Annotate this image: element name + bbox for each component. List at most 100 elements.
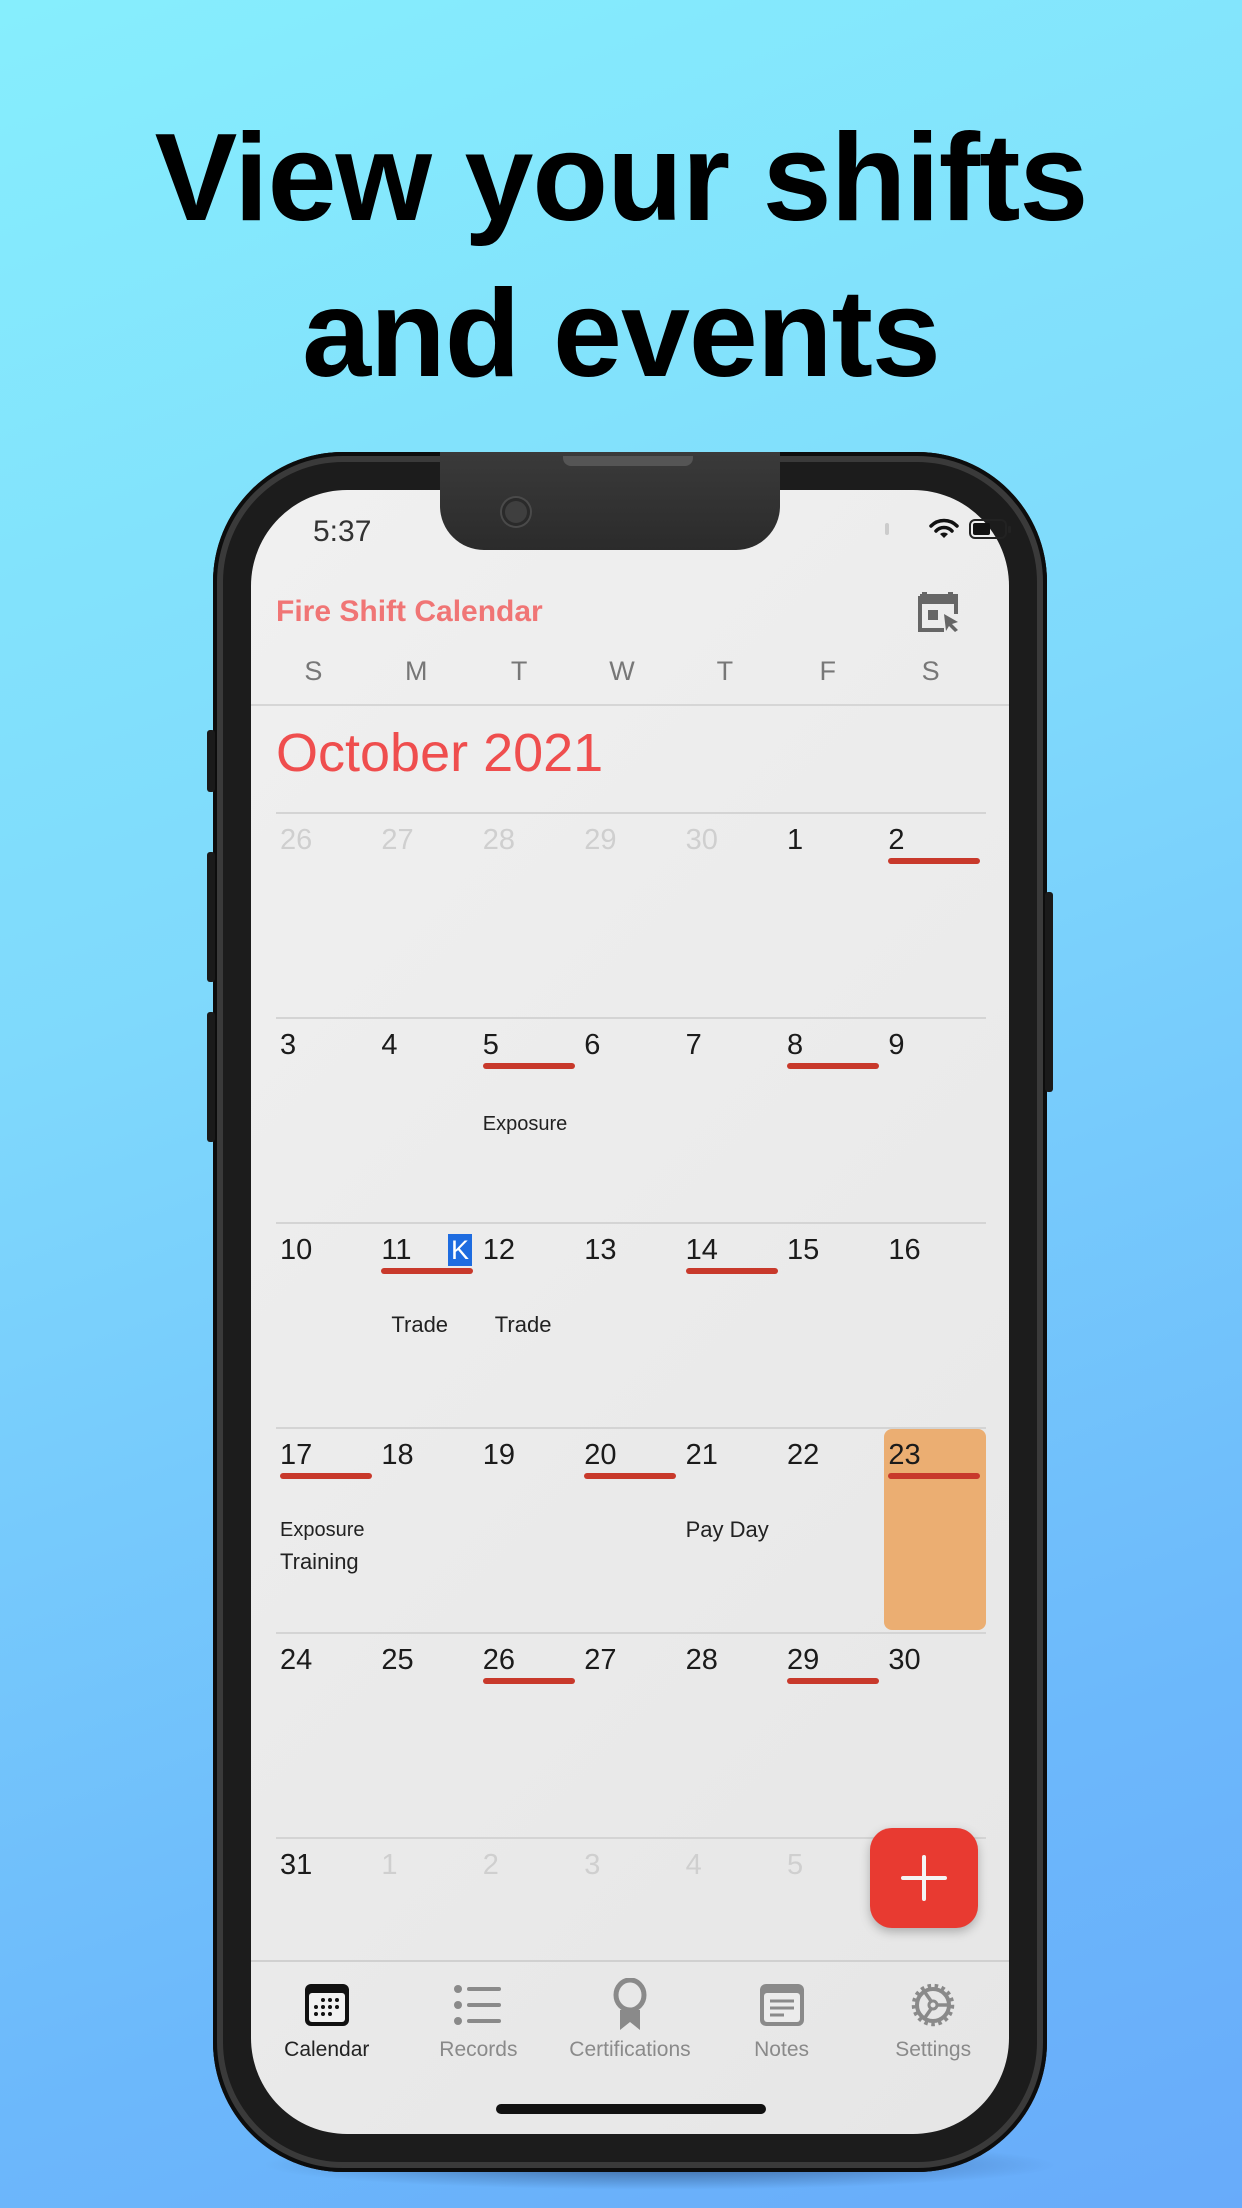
- day-number: 14: [685, 1234, 718, 1266]
- calendar-day[interactable]: 18: [377, 1429, 478, 1630]
- day-number: 7: [685, 1029, 702, 1061]
- calendar-day[interactable]: 19: [479, 1429, 580, 1630]
- weekday-wed: W: [609, 656, 635, 686]
- day-number: 18: [381, 1439, 414, 1471]
- calendar-day[interactable]: 16: [884, 1224, 985, 1425]
- weekday-header: S M T W T F S: [262, 656, 982, 687]
- calendar-day[interactable]: 21 Pay Day: [682, 1429, 783, 1630]
- headline-line-1: View your shifts: [154, 109, 1089, 247]
- calendar-day[interactable]: 27: [377, 814, 478, 1015]
- list-icon: [454, 1985, 502, 2025]
- battery-icon: [969, 519, 1011, 539]
- calendar-event[interactable]: Training: [280, 1549, 359, 1575]
- calendar-day[interactable]: 5 Exposure: [479, 1019, 580, 1220]
- day-number: 19: [482, 1439, 516, 1471]
- day-number: 31: [280, 1849, 313, 1881]
- calendar-day[interactable]: 12 Trade: [479, 1224, 580, 1425]
- calendar-day[interactable]: 22: [783, 1429, 884, 1630]
- calendar-day[interactable]: 24: [276, 1634, 377, 1835]
- day-number: 23: [888, 1439, 921, 1471]
- day-number: 27: [584, 1644, 617, 1676]
- front-camera: [502, 498, 530, 526]
- shift-indicator: [787, 1678, 879, 1684]
- calendar-day[interactable]: 30: [884, 1634, 985, 1835]
- day-number: 28: [685, 1644, 718, 1676]
- plus-icon: [901, 1855, 947, 1901]
- calendar-event[interactable]: Exposure: [483, 1113, 568, 1136]
- status-time: 5:37: [313, 515, 372, 548]
- calendar-event[interactable]: Trade: [391, 1312, 448, 1338]
- calendar-day[interactable]: 28: [682, 1634, 783, 1835]
- day-number: 8: [787, 1029, 804, 1061]
- calendar-day[interactable]: 14: [682, 1224, 783, 1425]
- calendar-day[interactable]: 10: [276, 1224, 377, 1425]
- day-number: 30: [888, 1644, 921, 1676]
- calendar-day[interactable]: 7: [682, 1019, 783, 1220]
- day-number: 26: [482, 1644, 516, 1676]
- calendar-day[interactable]: 29: [580, 814, 681, 1015]
- day-number: 5: [482, 1029, 499, 1061]
- calendar-event[interactable]: Trade: [495, 1312, 552, 1338]
- calendar-day[interactable]: 26: [479, 1634, 580, 1835]
- day-number: 16: [888, 1234, 921, 1266]
- tab-settings[interactable]: Settings: [857, 1962, 1009, 2092]
- calendar-day[interactable]: 11 Trade: [377, 1224, 478, 1425]
- calendar-week-row: 10 K 11 Trade 12 Trade 13 14 15 16: [276, 1222, 986, 1427]
- day-number: 4: [685, 1849, 702, 1881]
- calendar-day[interactable]: 15: [783, 1224, 884, 1425]
- tab-certifications[interactable]: Certifications: [554, 1962, 706, 2092]
- weekday-thu: T: [716, 656, 734, 686]
- shift-indicator: [888, 1473, 981, 1479]
- calendar-day[interactable]: 9: [884, 1019, 985, 1220]
- day-number: 2: [482, 1849, 499, 1881]
- calendar-day[interactable]: 4: [377, 1019, 478, 1220]
- calendar-event[interactable]: Pay Day: [686, 1517, 769, 1543]
- shift-indicator: [685, 1268, 778, 1274]
- gear-icon: [911, 1983, 955, 2027]
- weekday-mon: M: [405, 656, 428, 686]
- notch: [440, 452, 780, 550]
- calendar-week-row: 3 4 5 Exposure 6 7 8 9: [276, 1017, 986, 1222]
- tab-notes[interactable]: Notes: [706, 1962, 858, 2092]
- calendar-event[interactable]: Exposure: [280, 1519, 365, 1542]
- header-divider: [251, 704, 1009, 706]
- day-number: 27: [381, 824, 414, 856]
- calendar-day[interactable]: 2: [884, 814, 985, 1015]
- day-number: 3: [584, 1849, 601, 1881]
- calendar-day-today[interactable]: 23: [884, 1429, 986, 1630]
- day-number: 17: [280, 1439, 313, 1471]
- calendar-day[interactable]: 25: [377, 1634, 478, 1835]
- tab-records-label: Records: [439, 2038, 518, 2061]
- calendar-day[interactable]: 17 Exposure Training: [276, 1429, 377, 1630]
- day-number: 4: [381, 1029, 398, 1061]
- day-number: 29: [584, 824, 617, 856]
- calendar-icon: [304, 1984, 349, 2026]
- calendar-day[interactable]: 28: [479, 814, 580, 1015]
- day-number: 12: [482, 1234, 516, 1266]
- tab-records[interactable]: Records: [403, 1962, 555, 2092]
- calendar-day[interactable]: 30: [682, 814, 783, 1015]
- calendar-select-icon[interactable]: [918, 588, 962, 634]
- calendar-day[interactable]: 6: [580, 1019, 681, 1220]
- headline: View your shifts and events: [0, 100, 1242, 412]
- weekday-sun: S: [304, 656, 323, 686]
- calendar-day[interactable]: 1: [783, 814, 884, 1015]
- day-number: 21: [685, 1439, 718, 1471]
- calendar-day[interactable]: 29: [783, 1634, 884, 1835]
- calendar-day[interactable]: 8: [783, 1019, 884, 1220]
- day-number: 11: [381, 1234, 412, 1266]
- add-button[interactable]: [870, 1828, 978, 1928]
- weekday-fri: F: [819, 656, 836, 686]
- month-title: October 2021: [276, 723, 604, 783]
- home-indicator[interactable]: [496, 2104, 766, 2114]
- calendar-week-row: 17 Exposure Training 18 19 20 21 Pay Day 22 23: [276, 1427, 986, 1632]
- calendar-day[interactable]: 20: [580, 1429, 681, 1630]
- mute-switch: [207, 730, 215, 792]
- calendar-day[interactable]: 26: [276, 814, 377, 1015]
- calendar-day[interactable]: 13: [580, 1224, 681, 1425]
- calendar-day[interactable]: 27: [580, 1634, 681, 1835]
- tab-calendar[interactable]: Calendar: [251, 1962, 403, 2092]
- day-number: 29: [787, 1644, 820, 1676]
- calendar-day[interactable]: 3: [276, 1019, 377, 1220]
- tab-notes-label: Notes: [754, 2038, 809, 2061]
